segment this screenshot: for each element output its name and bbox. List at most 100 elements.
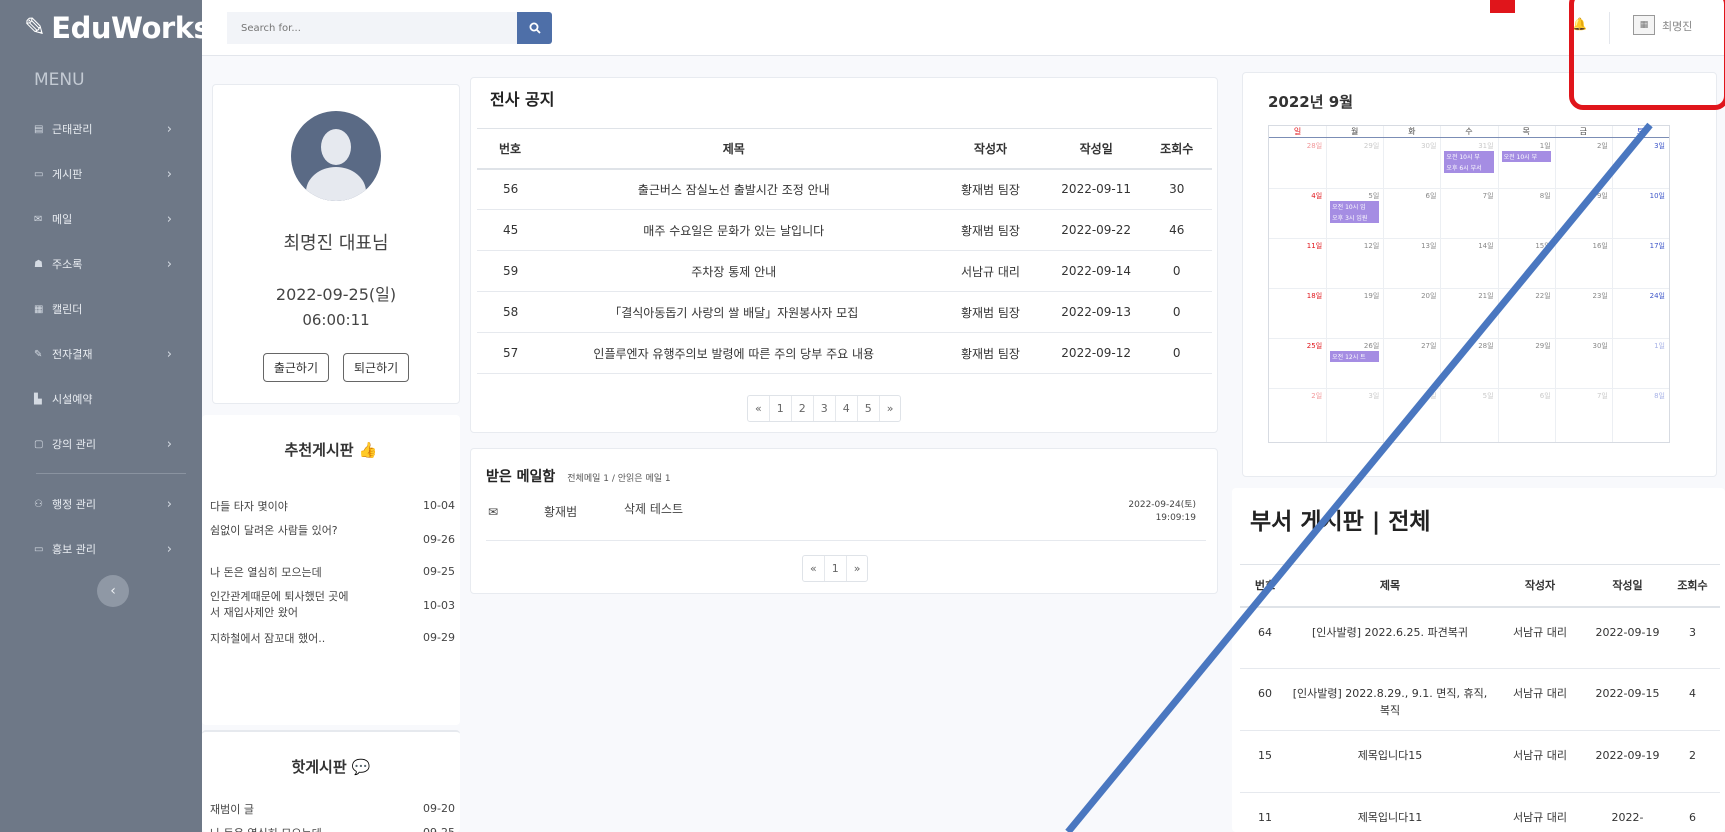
calendar-day[interactable]: 10일 bbox=[1612, 191, 1665, 201]
notice-cell[interactable]: 「결식아동돕기 사랑의 쌀 배달」자원봉사자 모집 bbox=[537, 291, 931, 333]
calendar-day[interactable]: 19일 bbox=[1326, 291, 1379, 301]
dept-row[interactable]: 64 [인사발령] 2022.6.25. 파견복귀 서남규 대리 2022-09-19… bbox=[1240, 606, 1720, 669]
calendar-day[interactable]: 28일 bbox=[1440, 341, 1493, 351]
calendar-day[interactable]: 29일 bbox=[1498, 341, 1550, 351]
notice-row[interactable]: 56 출근버스 잠실노선 출발시간 조정 안내 황재범 팀장 2022-09-11 30 bbox=[477, 168, 1212, 210]
board-row[interactable]: 재범이 글 09-20 bbox=[210, 802, 455, 820]
page-link[interactable]: » bbox=[880, 396, 901, 421]
calendar-event[interactable]: 오전 10시 부 bbox=[1501, 151, 1551, 162]
board-row-title[interactable]: 지하철에서 잠꼬대 했어.. bbox=[210, 631, 350, 647]
calendar-day[interactable]: 29일 bbox=[1326, 141, 1379, 151]
sidebar-item[interactable]: ▦ 캘린더 bbox=[0, 292, 202, 326]
brand-logo[interactable]: ✎ EduWorks bbox=[0, 0, 211, 56]
page-link[interactable]: 4 bbox=[836, 396, 858, 421]
calendar-event[interactable]: 오전 10시 임 bbox=[1330, 201, 1380, 212]
notice-cell[interactable]: 인플루엔자 유행주의보 발령에 따른 주의 당부 주요 내용 bbox=[537, 332, 931, 374]
calendar-day[interactable]: 15일 bbox=[1498, 241, 1550, 251]
sidebar-item[interactable]: ▢ 강의 관리 › bbox=[0, 427, 202, 461]
calendar-event[interactable]: 오전 10시 부 bbox=[1444, 151, 1494, 162]
calendar-event[interactable]: 오후 3시 임원 bbox=[1330, 212, 1380, 223]
calendar-day[interactable]: 31일 bbox=[1440, 141, 1493, 151]
page-link[interactable]: » bbox=[847, 556, 868, 581]
page-link[interactable]: 5 bbox=[858, 396, 880, 421]
calendar-day[interactable]: 4일 bbox=[1383, 391, 1437, 401]
dept-cell[interactable]: 제목입니다15 bbox=[1290, 730, 1490, 793]
calendar-day[interactable]: 1일 bbox=[1612, 341, 1665, 351]
calendar-day[interactable]: 27일 bbox=[1383, 341, 1436, 351]
page-link[interactable]: 3 bbox=[814, 396, 836, 421]
board-row[interactable]: 나 돈은 열심히 모으는데 09-25 bbox=[210, 826, 455, 832]
sidebar-collapse-button[interactable]: ‹ bbox=[97, 575, 129, 607]
notice-cell[interactable]: 주차장 통제 안내 bbox=[537, 250, 931, 292]
dept-cell[interactable]: 제목입니다11 bbox=[1290, 792, 1490, 832]
sidebar-item[interactable]: ⚇ 행정 관리 › bbox=[0, 487, 202, 521]
calendar-day[interactable]: 18일 bbox=[1269, 291, 1322, 301]
calendar-day[interactable]: 28일 bbox=[1269, 141, 1322, 151]
checkout-button[interactable]: 퇴근하기 bbox=[343, 353, 410, 382]
calendar-day[interactable]: 23일 bbox=[1555, 291, 1607, 301]
calendar-day[interactable]: 30일 bbox=[1383, 141, 1436, 151]
calendar-day[interactable]: 3일 bbox=[1612, 141, 1665, 151]
calendar-day[interactable]: 26일 bbox=[1326, 341, 1379, 351]
sidebar-item[interactable]: ▙ 시설예약 bbox=[0, 382, 202, 416]
board-row[interactable]: 지하철에서 잠꼬대 했어.. 09-29 bbox=[210, 631, 455, 649]
calendar-day[interactable]: 21일 bbox=[1440, 291, 1493, 301]
calendar-day[interactable]: 6일 bbox=[1383, 191, 1437, 201]
board-row[interactable]: 인간관계때문에 퇴사했던 곳에서 재입사제안 왔어 10-03 bbox=[210, 589, 455, 625]
calendar-day[interactable]: 14일 bbox=[1440, 241, 1493, 251]
dept-row[interactable]: 60 [인사발령] 2022.8.29., 9.1. 면직, 휴직, 복직 서남규 … bbox=[1240, 668, 1720, 731]
notice-row[interactable]: 59 주차장 통제 안내 서남규 대리 2022-09-14 0 bbox=[477, 250, 1212, 292]
board-row[interactable]: 다들 타자 몇이야 10-04 bbox=[210, 499, 455, 517]
calendar-day[interactable]: 24일 bbox=[1612, 291, 1665, 301]
calendar-day[interactable]: 6일 bbox=[1498, 391, 1551, 401]
sidebar-item[interactable]: ☗ 주소록 › bbox=[0, 247, 202, 281]
notice-row[interactable]: 57 인플루엔자 유행주의보 발령에 따른 주의 당부 주요 내용 황재범 팀장 20… bbox=[477, 332, 1212, 374]
sidebar-item[interactable]: ✎ 전자결재 › bbox=[0, 337, 202, 371]
calendar-day[interactable]: 13일 bbox=[1383, 241, 1436, 251]
board-row-title[interactable]: 쉼없이 달려온 사람들 있어? bbox=[210, 523, 350, 539]
calendar-day[interactable]: 8일 bbox=[1498, 191, 1551, 201]
board-row-title[interactable]: 다들 타자 몇이야 bbox=[210, 499, 350, 515]
mail-row[interactable]: ✉ 황재범 삭제 테스트 2022-09-24(토) 19:09:19 bbox=[486, 500, 1206, 541]
calendar-day[interactable]: 5일 bbox=[1326, 191, 1379, 201]
notice-cell[interactable]: 출근버스 잠실노선 출발시간 조정 안내 bbox=[537, 168, 931, 210]
calendar-day[interactable]: 5일 bbox=[1440, 391, 1494, 401]
calendar-day[interactable]: 20일 bbox=[1383, 291, 1436, 301]
calendar-day[interactable]: 12일 bbox=[1326, 241, 1379, 251]
notice-cell[interactable]: 매주 수요일은 문화가 있는 날입니다 bbox=[537, 209, 931, 251]
calendar-day[interactable]: 8일 bbox=[1612, 391, 1665, 401]
board-row[interactable]: 쉼없이 달려온 사람들 있어? 09-26 bbox=[210, 523, 455, 559]
sidebar-item[interactable]: ▤ 근태관리 › bbox=[0, 112, 202, 146]
notice-row[interactable]: 45 매주 수요일은 문화가 있는 날입니다 황재범 팀장 2022-09-22 46 bbox=[477, 209, 1212, 251]
calendar-day[interactable]: 3일 bbox=[1326, 391, 1379, 401]
calendar-day[interactable]: 22일 bbox=[1498, 291, 1550, 301]
calendar-event[interactable]: 오전 12시 트 bbox=[1330, 351, 1380, 362]
mail-subject[interactable]: 삭제 테스트 bbox=[624, 500, 683, 517]
calendar-day[interactable]: 2일 bbox=[1555, 141, 1608, 151]
calendar-event[interactable]: 오후 6시 부서 bbox=[1444, 162, 1494, 173]
calendar-day[interactable]: 7일 bbox=[1440, 191, 1494, 201]
sidebar-item[interactable]: ▭ 홍보 관리 › bbox=[0, 532, 202, 566]
board-row-title[interactable]: 나 돈은 열심히 모으는데 bbox=[210, 565, 350, 581]
page-link[interactable]: 1 bbox=[825, 556, 847, 581]
notice-row[interactable]: 58 「결식아동돕기 사랑의 쌀 배달」자원봉사자 모집 황재범 팀장 2022-09… bbox=[477, 291, 1212, 333]
dept-cell[interactable]: [인사발령] 2022.8.29., 9.1. 면직, 휴직, 복직 bbox=[1290, 668, 1490, 731]
page-link[interactable]: « bbox=[748, 396, 770, 421]
board-row-title[interactable]: 재범이 글 bbox=[210, 802, 350, 818]
calendar-day[interactable]: 17일 bbox=[1612, 241, 1665, 251]
sidebar-item[interactable]: ▭ 게시판 › bbox=[0, 157, 202, 191]
dept-row[interactable]: 11 제목입니다11 서남규 대리 2022- 6 bbox=[1240, 792, 1720, 832]
search-button[interactable] bbox=[517, 12, 552, 44]
dept-row[interactable]: 15 제목입니다15 서남규 대리 2022-09-19 2 bbox=[1240, 730, 1720, 793]
calendar-day[interactable]: 30일 bbox=[1555, 341, 1607, 351]
calendar-day[interactable]: 9일 bbox=[1555, 191, 1608, 201]
page-link[interactable]: « bbox=[803, 556, 825, 581]
sidebar-item[interactable]: ✉ 메일 › bbox=[0, 202, 202, 236]
board-row[interactable]: 나 돈은 열심히 모으는데 09-25 bbox=[210, 565, 455, 583]
calendar-day[interactable]: 16일 bbox=[1555, 241, 1607, 251]
page-link[interactable]: 2 bbox=[792, 396, 814, 421]
calendar-day[interactable]: 1일 bbox=[1498, 141, 1551, 151]
calendar-day[interactable]: 2일 bbox=[1269, 391, 1322, 401]
board-row-title[interactable]: 인간관계때문에 퇴사했던 곳에서 재입사제안 왔어 bbox=[210, 589, 350, 621]
board-row-title[interactable]: 나 돈은 열심히 모으는데 bbox=[210, 826, 350, 832]
